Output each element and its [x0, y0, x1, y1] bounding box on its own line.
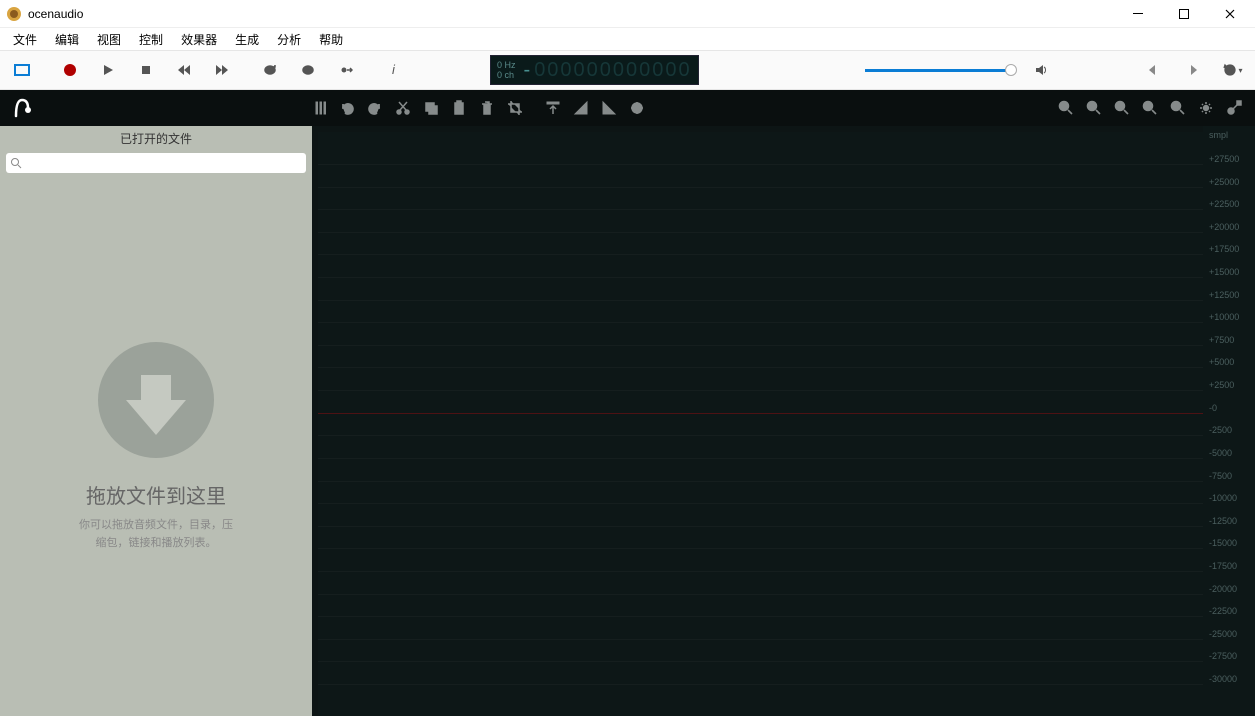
menubar: 文件 编辑 视图 控制 效果器 生成 分析 帮助	[0, 28, 1255, 50]
follow-cursor-button[interactable]	[332, 56, 360, 84]
ruler-tick: +22500	[1209, 199, 1239, 209]
undo-button[interactable]	[334, 95, 360, 121]
ruler-tick: -0	[1209, 403, 1217, 413]
paste-button[interactable]	[446, 95, 472, 121]
record-button[interactable]	[56, 56, 84, 84]
drop-zone[interactable]: 拖放文件到这里 你可以拖放音频文件，目录，压 缩包，链接和播放列表。	[0, 177, 312, 716]
fade-in-button[interactable]	[568, 95, 594, 121]
ruler-tick: -30000	[1209, 674, 1237, 684]
ruler-tick: -5000	[1209, 448, 1232, 458]
normalize-button[interactable]	[540, 95, 566, 121]
loop-button[interactable]	[256, 56, 284, 84]
sample-rate-label: 0 Hz	[497, 60, 516, 70]
ruler-tick: -20000	[1209, 584, 1237, 594]
sidebar: 已打开的文件 拖放文件到这里 你可以拖放音频文件，目录，压 缩包，链接和播放列表…	[0, 126, 312, 716]
ruler-tick: -17500	[1209, 561, 1237, 571]
time-digits: -000000000000	[524, 59, 692, 82]
forward-button[interactable]	[208, 56, 236, 84]
marker-icon[interactable]	[1221, 95, 1247, 121]
amplitude-ruler: smpl +27500 +25000 +22500 +20000 +17500 +1500…	[1203, 126, 1255, 716]
zoom-in-button[interactable]	[1053, 95, 1079, 121]
ocenaudio-logo-icon	[8, 94, 36, 122]
search-icon	[10, 157, 22, 169]
ruler-tick: -25000	[1209, 629, 1237, 639]
titlebar: ocenaudio	[0, 0, 1255, 28]
zoom-selection-button[interactable]	[1109, 95, 1135, 121]
ruler-tick: +12500	[1209, 290, 1239, 300]
toolbar: i 0 Hz 0 ch -000000000000 ▾	[0, 50, 1255, 90]
menu-analyze[interactable]: 分析	[268, 29, 310, 50]
svg-text:i: i	[392, 63, 396, 77]
ruler-tick: +25000	[1209, 177, 1239, 187]
window-title: ocenaudio	[28, 7, 1115, 21]
redo-button[interactable]	[362, 95, 388, 121]
menu-view[interactable]: 视图	[88, 29, 130, 50]
copy-button[interactable]	[418, 95, 444, 121]
crop-button[interactable]	[502, 95, 528, 121]
ruler-tick: -22500	[1209, 606, 1237, 616]
sidebar-search[interactable]	[6, 153, 306, 173]
menu-effects[interactable]: 效果器	[172, 29, 226, 50]
window-controls	[1115, 0, 1253, 28]
loop-selection-button[interactable]	[294, 56, 322, 84]
selection-mode-button[interactable]	[8, 56, 36, 84]
settings-icon[interactable]	[1193, 95, 1219, 121]
zoom-vertical-button[interactable]	[1165, 95, 1191, 121]
ruler-tick: -12500	[1209, 516, 1237, 526]
volume-slider[interactable]	[865, 66, 1015, 74]
stop-button[interactable]	[132, 56, 160, 84]
menu-help[interactable]: 帮助	[310, 29, 352, 50]
close-button[interactable]	[1207, 0, 1253, 28]
ruler-tick: +17500	[1209, 244, 1239, 254]
maximize-button[interactable]	[1161, 0, 1207, 28]
nav-back-button[interactable]	[1139, 56, 1167, 84]
fade-out-button[interactable]	[596, 95, 622, 121]
sidebar-header: 已打开的文件	[0, 126, 312, 153]
cut-button[interactable]	[390, 95, 416, 121]
time-display: 0 Hz 0 ch -000000000000	[490, 55, 699, 85]
channels-label: 0 ch	[497, 70, 516, 80]
drop-subtitle: 你可以拖放音频文件，目录，压 缩包，链接和播放列表。	[79, 517, 233, 552]
nav-forward-button[interactable]	[1179, 56, 1207, 84]
main-content: 已打开的文件 拖放文件到这里 你可以拖放音频文件，目录，压 缩包，链接和播放列表…	[0, 126, 1255, 716]
menu-control[interactable]: 控制	[130, 29, 172, 50]
ruler-tick: +2500	[1209, 380, 1234, 390]
minimize-button[interactable]	[1115, 0, 1161, 28]
ruler-tick: -2500	[1209, 425, 1232, 435]
ruler-tick: +7500	[1209, 335, 1234, 345]
ruler-tick: +27500	[1209, 154, 1239, 164]
waveform-canvas[interactable]	[318, 132, 1203, 716]
delete-button[interactable]	[474, 95, 500, 121]
info-button[interactable]: i	[380, 56, 408, 84]
ruler-tick: -10000	[1209, 493, 1237, 503]
rewind-button[interactable]	[170, 56, 198, 84]
download-arrow-icon	[96, 340, 216, 460]
ruler-tick: +15000	[1209, 267, 1239, 277]
menu-file[interactable]: 文件	[4, 29, 46, 50]
menu-generate[interactable]: 生成	[226, 29, 268, 50]
ruler-tick: -15000	[1209, 538, 1237, 548]
zoom-out-button[interactable]	[1081, 95, 1107, 121]
editor-toolbar	[0, 90, 1255, 126]
app-icon	[6, 6, 22, 22]
history-button[interactable]: ▾	[1219, 56, 1247, 84]
menu-edit[interactable]: 编辑	[46, 29, 88, 50]
zoom-fit-button[interactable]	[1137, 95, 1163, 121]
speaker-icon[interactable]	[1027, 56, 1055, 84]
ruler-tick: -27500	[1209, 651, 1237, 661]
drop-title: 拖放文件到这里	[86, 480, 226, 509]
ruler-tick: +10000	[1209, 312, 1239, 322]
ruler-unit: smpl	[1209, 130, 1228, 140]
drag-handle-icon[interactable]	[308, 95, 334, 121]
ruler-tick: -7500	[1209, 471, 1232, 481]
effects-button[interactable]	[624, 95, 650, 121]
waveform-area: smpl +27500 +25000 +22500 +20000 +17500 +1500…	[312, 126, 1255, 716]
ruler-tick: +5000	[1209, 357, 1234, 367]
ruler-tick: +20000	[1209, 222, 1239, 232]
play-button[interactable]	[94, 56, 122, 84]
